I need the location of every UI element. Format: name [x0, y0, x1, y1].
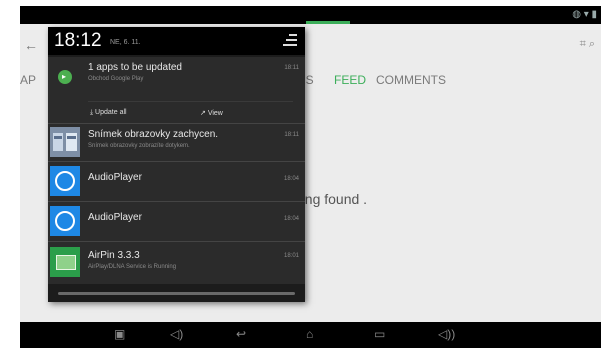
audioplayer-icon [50, 206, 80, 236]
tab-comments[interactable]: COMMENTS [376, 73, 446, 87]
notification-time: 18:11 [284, 132, 299, 138]
audioplayer-icon [50, 166, 80, 196]
notification-screenshot[interactable]: Snímek obrazovky zachycen. Snímek obrazo… [48, 124, 305, 161]
notification-play-update[interactable]: ▸ 1 apps to be updated Obchod Google Pla… [48, 57, 305, 123]
back-arrow-icon[interactable]: ← [24, 37, 38, 53]
shade-header: 18:12 NE, 6. 11. [48, 27, 305, 55]
notification-subtitle: Obchod Google Play [88, 76, 144, 82]
notification-time: 18:11 [284, 65, 299, 71]
divider [88, 101, 293, 102]
volume-up-icon[interactable]: ◁)) [438, 328, 455, 340]
recents-icon[interactable]: ▭ [374, 328, 385, 340]
active-tab-indicator [306, 21, 350, 24]
screenshot-thumbnail-icon [50, 127, 80, 157]
volume-down-icon[interactable]: ◁) [170, 328, 183, 340]
update-all-button[interactable]: ⤓ Update all [90, 109, 127, 117]
screenshot-icon[interactable]: ▣ [114, 328, 125, 340]
tab-ap[interactable]: AP [20, 73, 36, 87]
status-icons: ◍ ▾ ▮ [572, 9, 597, 20]
notification-audioplayer[interactable]: AudioPlayer 18:04 [48, 202, 305, 241]
notification-title: AirPin 3.3.3 [88, 250, 140, 261]
notification-subtitle: Snímek obrazovky zobrazíte dotykem. [88, 143, 190, 149]
tab-feed[interactable]: FEED [334, 73, 366, 87]
airpin-icon [50, 247, 80, 277]
back-icon[interactable]: ↩ [236, 328, 246, 340]
notification-title: AudioPlayer [88, 212, 142, 223]
notification-time: 18:01 [283, 253, 299, 259]
play-glyph-icon: ▸ [62, 72, 67, 81]
date-label: NE, 6. 11. [110, 39, 141, 46]
clock: 18:12 [54, 30, 102, 51]
update-all-label: Update all [95, 109, 127, 116]
navigation-bar: ▣ ◁) ↩ ⌂ ▭ ◁)) [20, 322, 601, 348]
shade-drag-handle[interactable] [58, 292, 295, 295]
notification-title: AudioPlayer [88, 172, 142, 183]
notification-time: 18:04 [283, 216, 299, 222]
google-play-icon: ▸ [58, 70, 72, 84]
appbar-action-icons[interactable]: ⌗ ⌕ [580, 38, 595, 51]
view-button[interactable]: ↗ View [200, 109, 223, 117]
notification-airpin[interactable]: AirPin 3.3.3 AirPlay/DLNA Service is Run… [48, 242, 305, 284]
quick-settings-icon[interactable] [283, 34, 297, 46]
notification-time: 18:04 [283, 176, 299, 182]
notification-audioplayer[interactable]: AudioPlayer 18:04 [48, 162, 305, 201]
notification-shade: 18:12 NE, 6. 11. ▸ 1 apps to be updated … [48, 27, 305, 302]
view-label: View [207, 110, 223, 117]
notification-title: 1 apps to be updated [88, 62, 182, 73]
notification-title: Snímek obrazovky zachycen. [88, 129, 219, 140]
notification-subtitle: AirPlay/DLNA Service is Running [88, 264, 177, 270]
home-icon[interactable]: ⌂ [306, 328, 313, 340]
